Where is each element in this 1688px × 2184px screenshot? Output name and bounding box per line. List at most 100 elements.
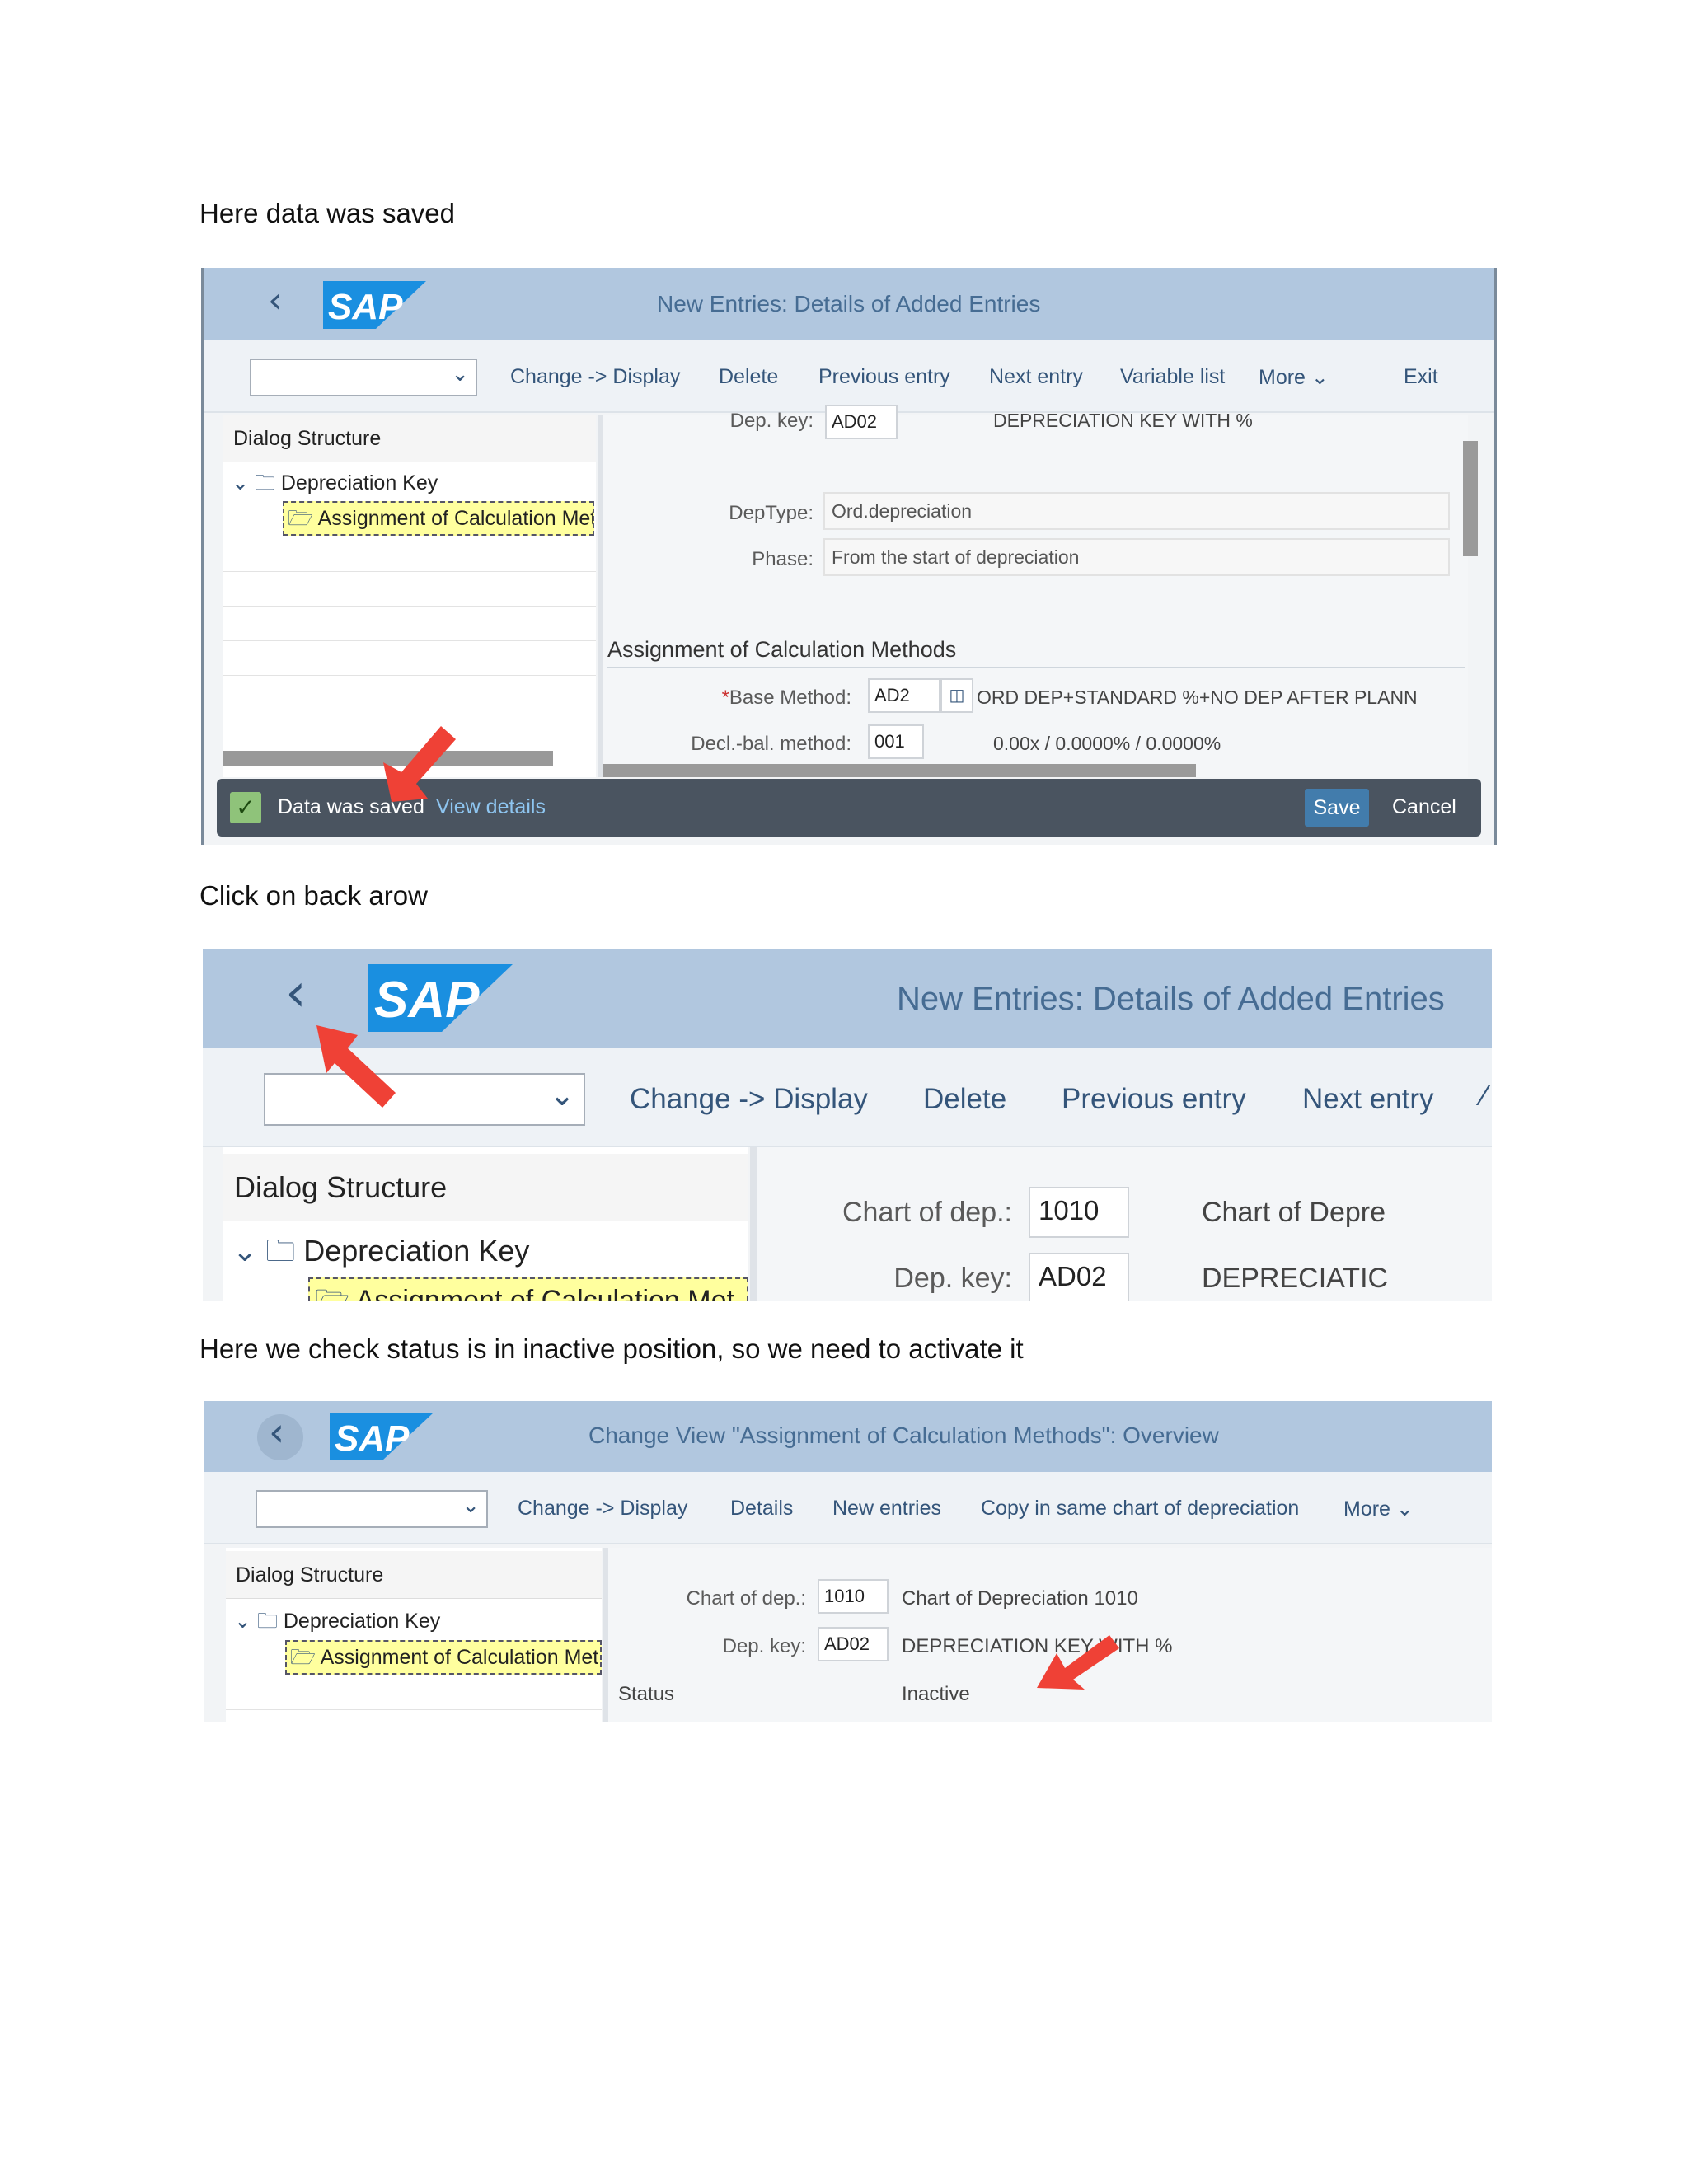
chart-of-dep-field[interactable]: 1010 [818, 1579, 889, 1614]
vertical-scrollbar[interactable] [1463, 441, 1478, 556]
dep-key-field[interactable]: AD02 [818, 1627, 889, 1661]
tree-item-depreciation-key[interactable]: ⌄ 🗀 Depreciation Key [234, 1605, 440, 1641]
chevron-down-icon: ⌄ [462, 1493, 480, 1518]
dialog-structure-title: Dialog Structure [226, 1551, 602, 1599]
caption-data-saved: Here data was saved [199, 198, 456, 228]
more-button[interactable]: More ⌄ [1343, 1497, 1414, 1521]
chart-of-dep-label: Chart of dep.: [686, 1587, 806, 1610]
toolbar: ⌄ Change -> Display Delete Previous entr… [204, 340, 1494, 413]
status-value: Inactive [902, 1683, 970, 1705]
details-button[interactable]: Details [730, 1497, 793, 1521]
next-entry-button[interactable]: Next entry [989, 365, 1083, 389]
tree-item-assignment[interactable]: 🗁 Assignment of Calculation Met [283, 501, 594, 536]
value-help-icon[interactable]: ◫ [940, 678, 973, 713]
sap-logo: SAP [323, 281, 426, 329]
tree-label: Assignment of Calculation Met [355, 1285, 734, 1301]
dep-key-description: DEPRECIATIC [1202, 1263, 1389, 1294]
chart-of-dep-field[interactable]: 1010 [1029, 1187, 1129, 1238]
folder-icon: 🗀 [254, 471, 275, 494]
red-arrow-pointer [316, 1025, 396, 1108]
deptype-field[interactable]: Ord.depreciation [823, 492, 1450, 530]
tree-label: Depreciation Key [303, 1234, 530, 1268]
back-button[interactable]: ‹ [257, 1409, 303, 1460]
toolbar: ⌄ Change -> Display Details New entries … [204, 1472, 1492, 1544]
decl-bal-method-field[interactable]: 001 [868, 724, 924, 759]
dep-key-label: Dep. key: [729, 410, 814, 432]
chevron-down-icon: ⌄ [232, 1235, 258, 1268]
chevron-down-icon: ⌄ [549, 1076, 575, 1113]
dialog-structure-pane: Dialog Structure ⌄ 🗀 Depreciation Key 🗁 … [223, 1147, 748, 1301]
chevron-down-icon: ⌄ [1311, 365, 1329, 389]
command-dropdown[interactable]: ⌄ [256, 1490, 488, 1528]
chevron-down-icon: ⌄ [1395, 1497, 1414, 1521]
chevron-down-icon: ⌄ [232, 471, 249, 494]
dep-key-field[interactable]: AD02 [825, 405, 898, 439]
folder-icon: 🗀 [265, 1234, 296, 1268]
tree-item-assignment[interactable]: 🗁 Assignment of Calculation Met [308, 1277, 748, 1301]
svg-text:SAP: SAP [335, 1418, 410, 1459]
more-button[interactable]: More ⌄ [1259, 365, 1329, 390]
copy-button[interactable]: Copy in same chart of depreciation [981, 1497, 1299, 1521]
more-label: More [1259, 366, 1306, 389]
splitter[interactable] [750, 1147, 757, 1301]
red-arrow-pointer [383, 726, 456, 802]
new-entries-button[interactable]: New entries [832, 1497, 941, 1521]
status-label: Status [618, 1683, 675, 1705]
base-method-label: *Base Method: [721, 687, 851, 709]
page-title: Change View "Assignment of Calculation M… [588, 1422, 1219, 1448]
previous-entry-button[interactable]: Previous entry [1062, 1083, 1246, 1116]
page-title: New Entries: Details of Added Entries [657, 291, 1041, 316]
back-arrow-icon[interactable]: ‹ [285, 963, 307, 1024]
shell-header: ‹ SAP New Entries: Details of Added Entr… [204, 268, 1494, 340]
variable-list-button[interactable]: Variable list [1120, 365, 1225, 389]
delete-button[interactable]: Delete [923, 1083, 1006, 1116]
delete-button[interactable]: Delete [719, 365, 778, 389]
command-dropdown[interactable]: ⌄ [250, 359, 477, 396]
tree-item-depreciation-key[interactable]: ⌄ 🗀 Depreciation Key [232, 467, 438, 503]
chart-of-dep-label: Chart of dep.: [842, 1197, 1012, 1228]
dep-key-label: Dep. key: [722, 1635, 806, 1657]
base-method-field[interactable]: AD2 [868, 678, 940, 713]
next-entry-button[interactable]: Next entry [1302, 1083, 1434, 1116]
tree-label: Depreciation Key [283, 1610, 441, 1633]
sap-logo: SAP [330, 1413, 434, 1460]
folder-icon: 🗀 [256, 1610, 278, 1633]
decl-bal-method-label: Decl.-bal. method: [691, 733, 851, 755]
dep-key-description: DEPRECIATION KEY WITH % [993, 410, 1253, 431]
decl-bal-method-description: 0.00x / 0.0000% / 0.0000% [993, 733, 1221, 754]
dep-key-field[interactable]: AD02 [1029, 1253, 1129, 1301]
svg-text:SAP: SAP [328, 287, 403, 327]
previous-entry-button[interactable]: Previous entry [818, 365, 950, 389]
screenshot-saved: ‹ SAP New Entries: Details of Added Entr… [201, 268, 1497, 845]
dialog-structure-pane: Dialog Structure ⌄ 🗀 Depreciation Key 🗁 … [226, 1548, 602, 1722]
chart-of-dep-description: Chart of Depreciation 1010 [902, 1587, 1138, 1610]
success-check-icon: ✓ [230, 792, 261, 823]
screenshot-back-arrow: ‹ SAP New Entries: Details of Added Entr… [203, 949, 1492, 1301]
tree-item-depreciation-key[interactable]: ⌄ 🗀 Depreciation Key [232, 1230, 529, 1280]
page-title: New Entries: Details of Added Entries [897, 981, 1445, 1017]
shell-header: ‹ SAP Change View "Assignment of Calcula… [204, 1401, 1492, 1472]
back-arrow-icon[interactable]: ‹ [268, 279, 283, 321]
chevron-down-icon: ⌄ [234, 1609, 251, 1633]
chart-of-dep-description: Chart of Depre [1202, 1197, 1386, 1228]
tree-label: Assignment of Calculation Met [320, 1646, 599, 1669]
cancel-button[interactable]: Cancel [1392, 795, 1456, 819]
change-display-button[interactable]: Change -> Display [630, 1083, 868, 1116]
tree-item-assignment[interactable]: 🗁 Assignment of Calculation Met [285, 1640, 602, 1675]
change-display-button[interactable]: Change -> Display [510, 365, 680, 389]
section-title: Assignment of Calculation Methods [607, 637, 957, 662]
exit-button[interactable]: Exit [1404, 365, 1438, 389]
deptype-label: DepType: [729, 502, 814, 524]
divider [607, 667, 1465, 668]
tree-label: Assignment of Calculation Met [317, 507, 594, 530]
phase-label: Phase: [752, 548, 814, 570]
horizontal-scrollbar[interactable] [603, 764, 1196, 777]
base-method-description: ORD DEP+STANDARD %+NO DEP AFTER PLANN [977, 687, 1418, 708]
more-label: More [1343, 1497, 1390, 1521]
dep-key-label: Dep. key: [893, 1263, 1012, 1294]
variable-list-button-partial[interactable]: ⁄ [1482, 1080, 1487, 1113]
change-display-button[interactable]: Change -> Display [518, 1497, 687, 1521]
phase-field[interactable]: From the start of depreciation [823, 538, 1450, 576]
save-button[interactable]: Save [1305, 789, 1369, 827]
caption-click-back: Click on back arow [199, 880, 428, 911]
